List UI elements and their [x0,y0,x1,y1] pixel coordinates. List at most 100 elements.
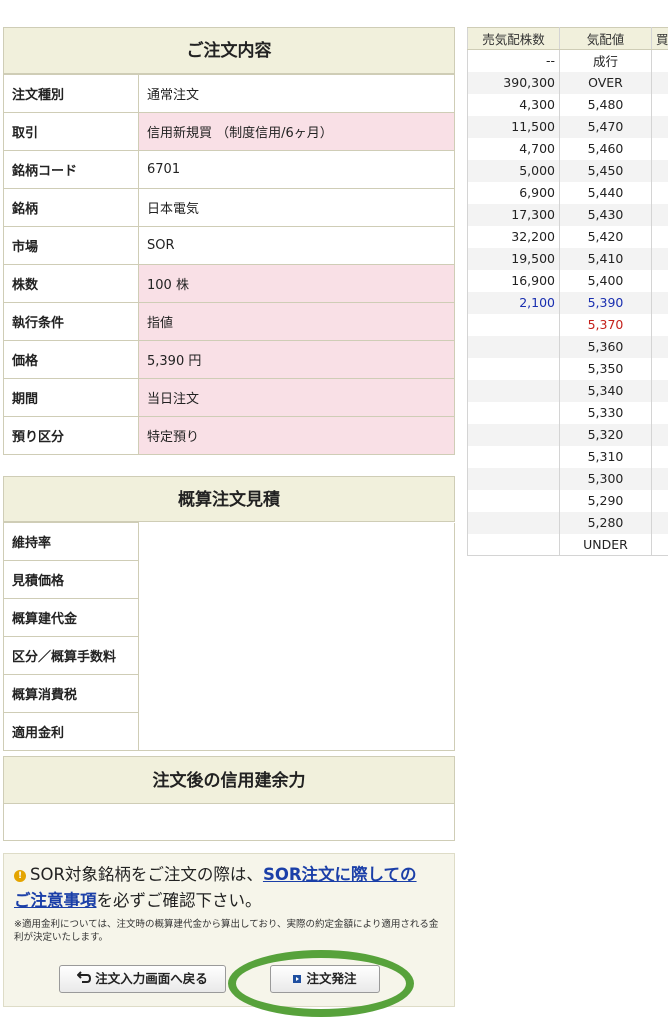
quote-price: 5,360 [559,335,652,358]
estimate-label: 区分／概算手数料 [3,636,139,675]
table-row: 区分／概算手数料 [3,636,455,675]
ask-qty [467,467,560,490]
estimate-value [138,598,455,637]
quote-price: 5,400 [559,269,652,292]
order-value: 指値 [138,302,455,341]
quote-price: 5,410 [559,247,652,270]
order-label: 銘柄 [3,188,139,227]
notice-text-1: SOR対象銘柄をご注文の際は、 [30,865,263,884]
ask-qty: 4,300 [467,93,560,116]
estimate-value [138,674,455,713]
bid-qty [651,93,668,116]
bid-qty [651,445,668,468]
bid-qty [651,181,668,204]
table-row: 5,340 [467,379,668,402]
order-label: 市場 [3,226,139,265]
ask-qty: 390,300 [467,71,560,94]
estimate-panel: 概算注文見積 維持率 見積価格 概算建代金 区分／概算手数料 概算消費税 適用金… [3,476,455,751]
estimate-label: 適用金利 [3,712,139,751]
order-details-panel: ご注文内容 注文種別 通常注文 取引 信用新規買 （制度信用/6ヶ月） 銘柄コード 6… [3,27,455,455]
bid-qty [651,313,668,336]
quote-price: 5,320 [559,423,652,446]
bid-qty [651,71,668,94]
table-row: 5,290 [467,489,668,512]
table-row: 5,370 [467,313,668,336]
bid-qty [651,379,668,402]
table-row: 19,500 5,410 [467,247,668,270]
ask-qty [467,445,560,468]
order-book-header: 売気配株数 気配値 買 [467,27,668,50]
table-row: 期間 当日注文 [3,378,455,417]
ask-qty: 32,200 [467,225,560,248]
quote-price: 5,440 [559,181,652,204]
bid-qty [651,159,668,182]
order-value: 通常注文 [138,74,455,113]
table-row: 5,000 5,450 [467,159,668,182]
bid-qty [651,291,668,314]
quote-price: 5,420 [559,225,652,248]
bid-qty [651,137,668,160]
sor-caution-link[interactable]: SOR注文に際しての [263,865,417,884]
ask-qty [467,335,560,358]
ask-qty: 4,700 [467,137,560,160]
order-book: 売気配株数 気配値 買 -- 成行 390,300 OVER 4,300 5,480 … [467,27,668,556]
table-row: 5,300 [467,467,668,490]
bid-qty [651,335,668,358]
ask-qty [467,489,560,512]
quote-price: 5,330 [559,401,652,424]
order-value: 6701 [138,150,455,189]
ask-qty: 19,500 [467,247,560,270]
table-row: UNDER [467,533,668,556]
bid-qty [651,489,668,512]
order-value: 当日注文 [138,378,455,417]
estimate-value [138,560,455,599]
order-value: 日本電気 [138,188,455,227]
quote-price: 5,300 [559,467,652,490]
quote-price: 5,390 [559,291,652,314]
bid-qty-header: 買 [651,27,668,50]
table-row: 概算建代金 [3,598,455,637]
ask-qty: 17,300 [467,203,560,226]
table-row: 17,300 5,430 [467,203,668,226]
bid-qty [651,225,668,248]
table-row: 5,310 [467,445,668,468]
estimate-value [138,522,455,561]
back-to-order-input-button[interactable]: 注文入力画面へ戻る [59,965,226,993]
bid-qty [651,115,668,138]
table-row: 2,100 5,390 [467,291,668,314]
ask-qty: 16,900 [467,269,560,292]
table-row: 16,900 5,400 [467,269,668,292]
ask-qty: 2,100 [467,291,560,314]
price-header: 気配値 [559,27,652,50]
interest-rate-note: ※適用金利については、注文時の概算建代金から算出しており、実際の約定金額により適… [14,919,439,943]
table-row: 32,200 5,420 [467,225,668,248]
ask-qty: 11,500 [467,115,560,138]
estimate-value [138,636,455,675]
bid-qty [651,203,668,226]
estimate-label: 概算建代金 [3,598,139,637]
order-label: 銘柄コード [3,150,139,189]
quote-price: 5,470 [559,115,652,138]
estimate-table: 維持率 見積価格 概算建代金 区分／概算手数料 概算消費税 適用金利 [3,522,455,751]
submit-order-button[interactable]: 注文発注 [270,965,380,993]
quote-price: 5,450 [559,159,652,182]
order-value: 特定預り [138,416,455,455]
quote-price: 5,430 [559,203,652,226]
table-row: 5,350 [467,357,668,380]
table-row: 4,700 5,460 [467,137,668,160]
margin-capacity-body [3,804,455,841]
quote-price: 成行 [559,49,652,72]
estimate-title: 概算注文見積 [3,476,455,522]
table-row: 5,360 [467,335,668,358]
bid-qty [651,467,668,490]
order-label: 執行条件 [3,302,139,341]
table-row: 維持率 [3,522,455,561]
table-row: 見積価格 [3,560,455,599]
margin-capacity-title: 注文後の信用建余力 [3,756,455,804]
sor-caution-link-2[interactable]: ご注意事項 [14,891,97,910]
ask-qty: 5,000 [467,159,560,182]
bid-qty [651,269,668,292]
table-row: 注文種別 通常注文 [3,74,455,113]
return-arrow-icon [76,966,92,992]
table-row: 6,900 5,440 [467,181,668,204]
